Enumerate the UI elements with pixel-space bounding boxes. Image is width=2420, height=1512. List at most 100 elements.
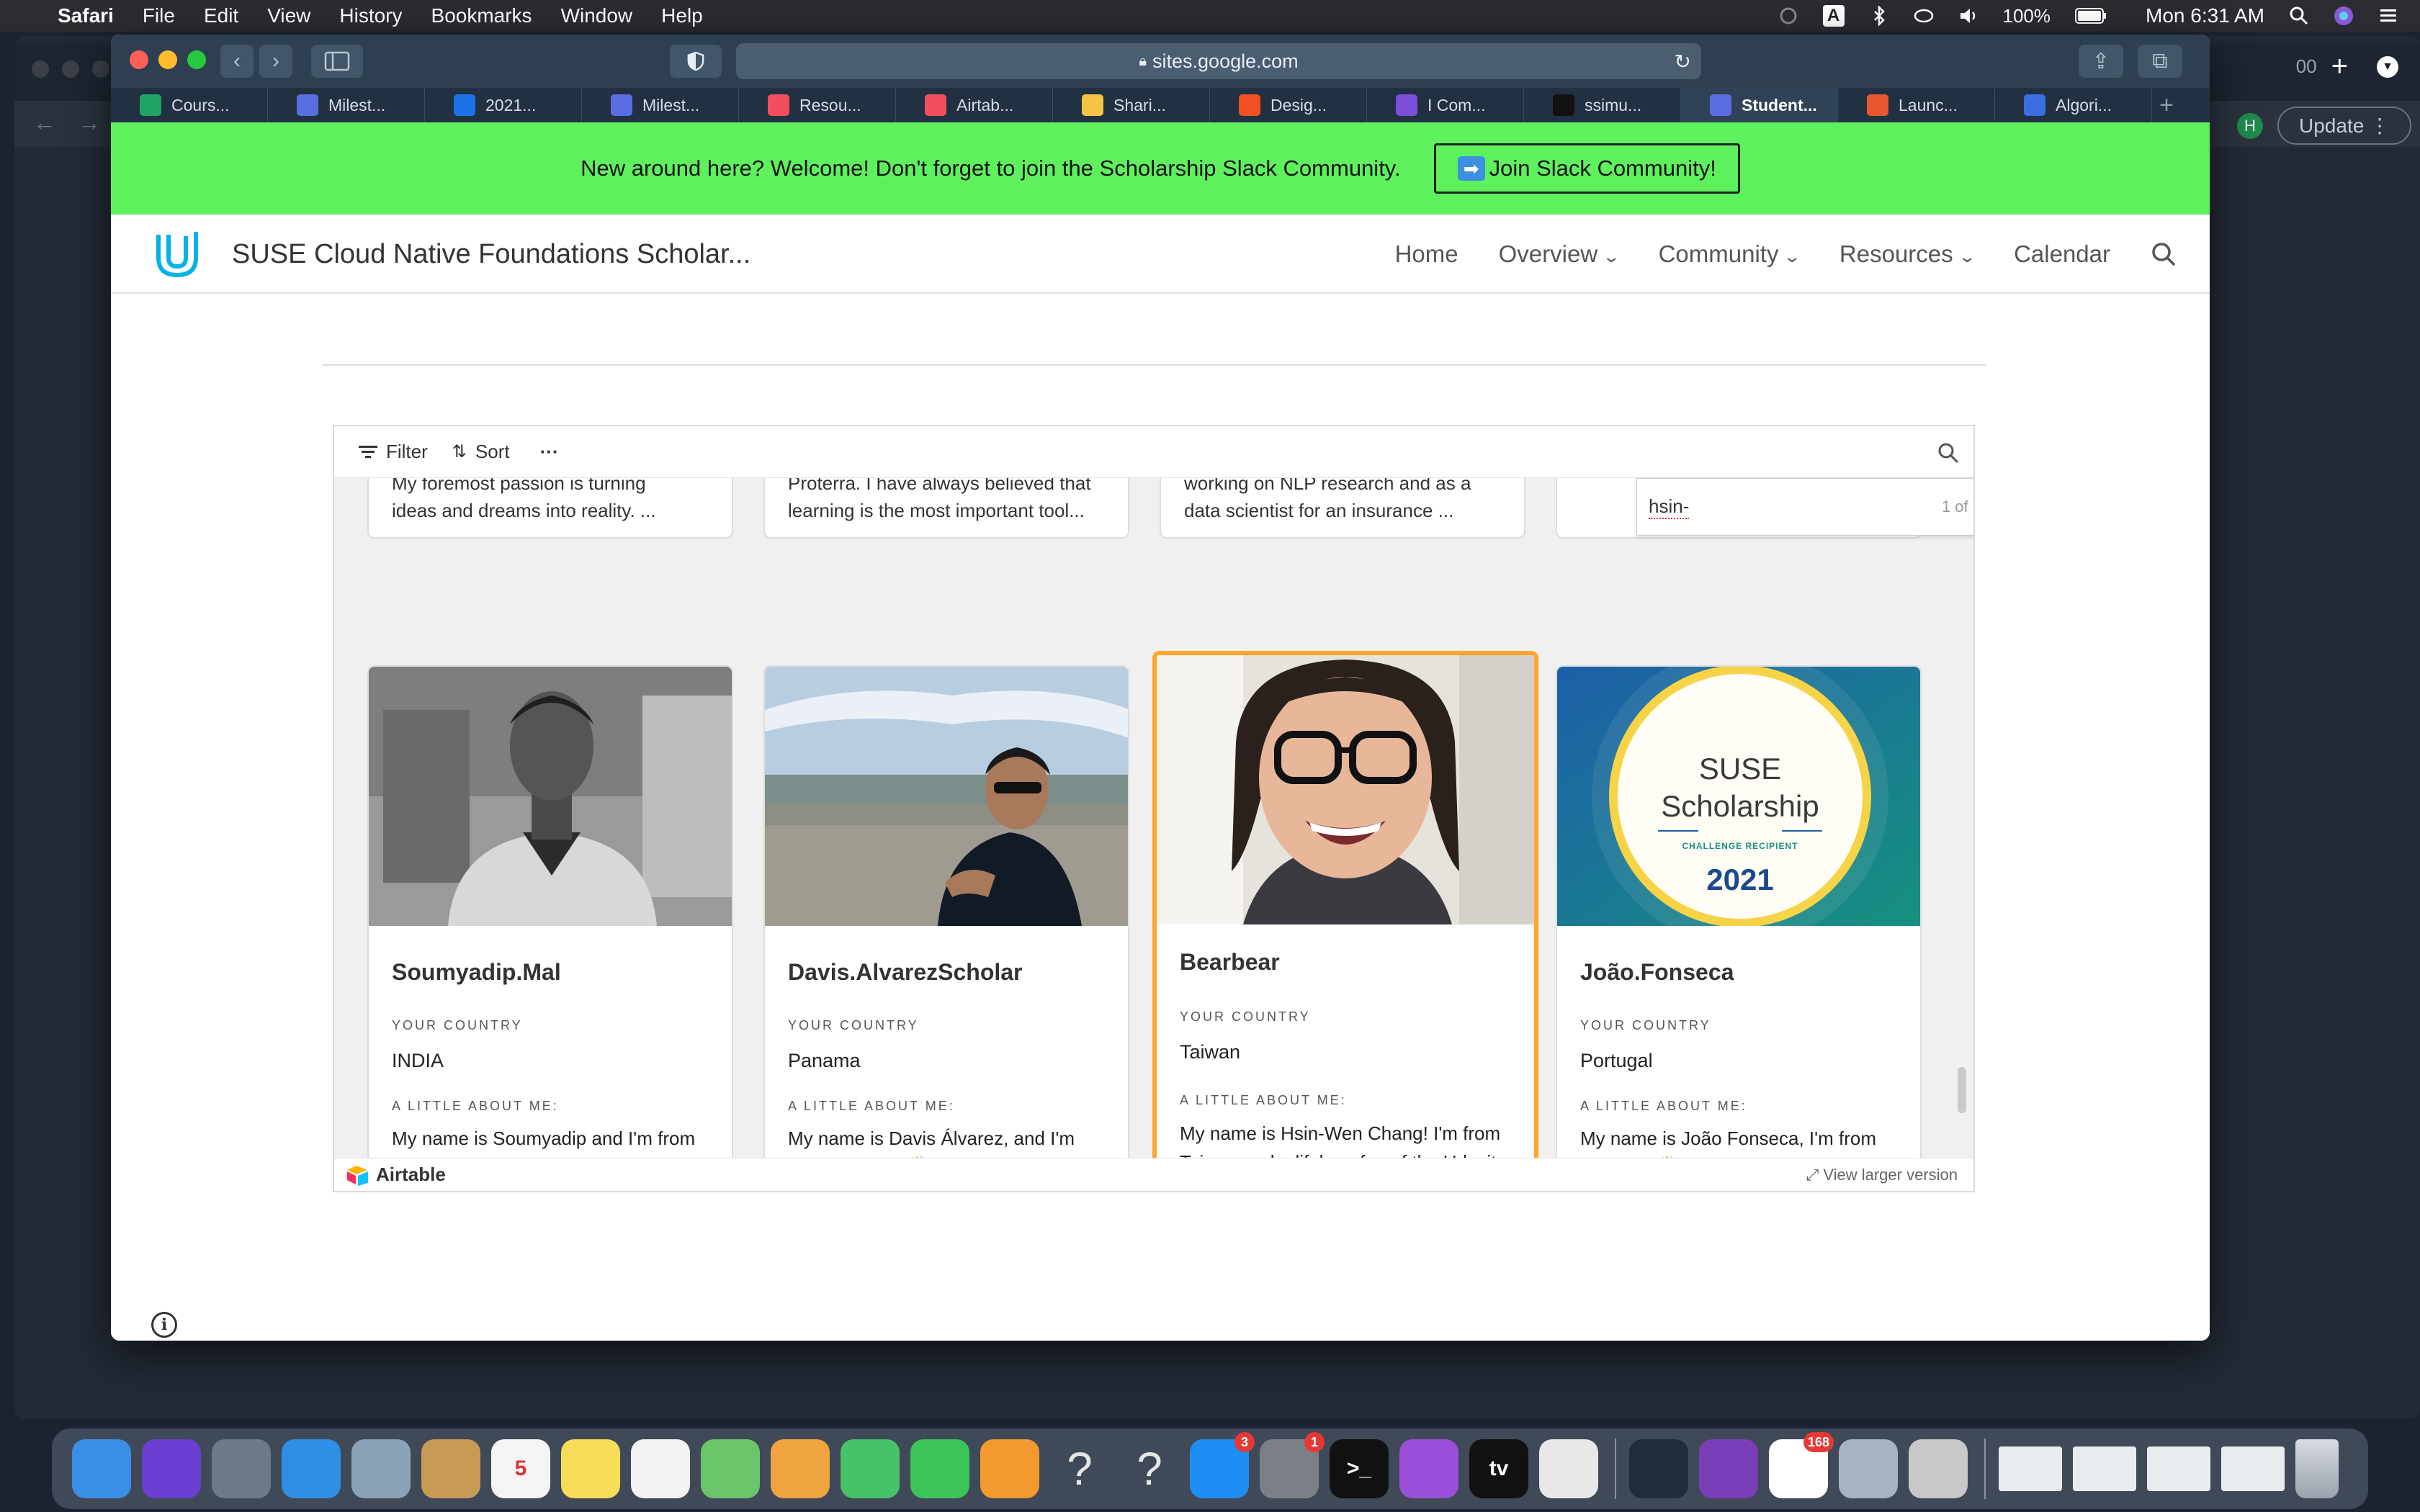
gallery-card[interactable]: SUSE Scholarship CHALLENGE RECIPIENT 202… [1556, 665, 1922, 1191]
background-window-close-icon[interactable] [32, 60, 49, 78]
browser-tab[interactable]: Student... [1681, 88, 1838, 122]
calendar-icon[interactable]: 5 [491, 1439, 550, 1498]
menu-window[interactable]: Window [561, 4, 633, 27]
archive-icon[interactable] [1909, 1439, 1968, 1498]
browser-tab[interactable]: Launc... [1838, 88, 1995, 122]
address-bar[interactable]: 🔒︎ sites.google.com ↻ [736, 43, 1701, 79]
card-previous-2[interactable]: Proterra. I have always believed that le… [763, 478, 1129, 539]
battery-icon[interactable] [2075, 7, 2107, 24]
udacity-logo-icon[interactable] [151, 228, 203, 279]
site-title[interactable]: SUSE Cloud Native Foundations Scholar... [232, 239, 750, 270]
notes-icon[interactable] [561, 1439, 620, 1498]
nav-overview[interactable]: Overview ⌄ [1499, 240, 1621, 268]
browser-tab[interactable]: ssimu... [1524, 88, 1681, 122]
update-button[interactable]: Update ⋮ [2277, 107, 2412, 145]
menu-app-name[interactable]: Safari [58, 4, 114, 27]
browser-tab[interactable]: Shari... [1053, 88, 1210, 122]
browser-tab[interactable]: Resou... [739, 88, 896, 122]
card-previous-3[interactable]: working on NLP research and as a data sc… [1160, 478, 1525, 539]
siri-icon[interactable] [2334, 6, 2354, 26]
airtable-logo[interactable]: Airtable [346, 1164, 446, 1186]
share-button[interactable]: ⇪ [2079, 45, 2123, 78]
join-slack-button[interactable]: ➡ Join Slack Community! [1433, 143, 1740, 194]
menu-view[interactable]: View [267, 4, 310, 27]
sort-button[interactable]: ⇅ Sort [452, 441, 510, 463]
messages-icon[interactable] [841, 1439, 900, 1498]
zoom-window-icon[interactable] [187, 50, 206, 69]
unknown-app-icon[interactable]: ? [1050, 1439, 1109, 1498]
gallery-card-selected[interactable]: Bearbear YOUR COUNTRY Taiwan A LITTLE AB… [1152, 651, 1538, 1191]
menu-edit[interactable]: Edit [204, 4, 238, 27]
safari-icon[interactable] [282, 1439, 341, 1498]
nav-home[interactable]: Home [1395, 240, 1458, 268]
apple-tv-icon[interactable]: tv [1469, 1439, 1528, 1498]
maps-icon[interactable] [701, 1439, 760, 1498]
background-forward-icon[interactable]: → [78, 109, 101, 136]
gallery-search-icon[interactable] [1937, 442, 1959, 464]
contacts-icon[interactable] [421, 1439, 480, 1498]
profile-avatar[interactable]: H [2237, 112, 2263, 139]
background-back-icon[interactable]: ← [33, 109, 56, 136]
nav-resources[interactable]: Resources ⌄ [1839, 240, 1976, 268]
menu-file[interactable]: File [143, 4, 175, 27]
bluetooth-icon[interactable] [1869, 6, 1889, 26]
info-icon[interactable]: i [151, 1312, 177, 1338]
facetime-icon[interactable] [910, 1439, 969, 1498]
volume-icon[interactable] [1958, 6, 1978, 26]
github-desktop-icon[interactable] [1699, 1439, 1758, 1498]
search-icon[interactable] [2151, 241, 2177, 267]
gallery-card[interactable]: Davis.AlvarezScholar YOUR COUNTRY Panama… [763, 665, 1129, 1191]
back-button[interactable]: ‹ [220, 45, 254, 78]
sidebar-toggle-button[interactable] [311, 45, 363, 78]
nav-community[interactable]: Community ⌄ [1659, 240, 1802, 268]
browser-tab[interactable]: Milest... [268, 88, 425, 122]
background-window-zoom-icon[interactable] [92, 60, 109, 78]
terminal-icon[interactable]: >_ [1330, 1439, 1389, 1498]
gallery-card[interactable]: Soumyadip.Mal YOUR COUNTRY INDIA A LITTL… [367, 665, 733, 1191]
photos-icon[interactable] [771, 1439, 830, 1498]
menu-bookmarks[interactable]: Bookmarks [431, 4, 532, 27]
menu-history[interactable]: History [339, 4, 402, 27]
minimized-window-thumbnail[interactable] [2221, 1446, 2285, 1491]
menubar-clock[interactable]: Mon 6:31 AM [2146, 4, 2264, 27]
app-store-icon[interactable]: 3 [1190, 1432, 1255, 1498]
siri-icon[interactable] [142, 1439, 201, 1498]
background-window-minimize-icon[interactable] [62, 60, 79, 78]
control-center-icon[interactable] [2378, 6, 2398, 26]
finder-icon[interactable] [72, 1439, 131, 1498]
kindle-icon[interactable] [1629, 1439, 1688, 1498]
close-window-icon[interactable] [130, 50, 148, 69]
screen-mirroring-icon[interactable] [1914, 6, 1934, 26]
view-larger-link[interactable]: ⤢ View larger version [1806, 1166, 1958, 1184]
pages-icon[interactable] [980, 1439, 1039, 1498]
card-previous-1[interactable]: My foremost passion is turning ideas and… [367, 478, 733, 539]
find-input[interactable]: hsin- [1649, 495, 1690, 519]
new-tab-icon[interactable]: + [2152, 88, 2181, 122]
unknown-app-icon[interactable]: ? [1120, 1439, 1179, 1498]
browser-tab[interactable]: Cours... [111, 88, 268, 122]
slack-icon[interactable]: 168 [1769, 1432, 1834, 1498]
nav-calendar[interactable]: Calendar [2014, 240, 2110, 268]
trash-icon[interactable] [2295, 1439, 2339, 1498]
minimized-window-thumbnail[interactable] [1999, 1446, 2062, 1491]
browser-tab[interactable]: Algori... [1995, 88, 2152, 122]
reload-icon[interactable]: ↻ [1675, 50, 1691, 73]
privacy-report-button[interactable] [670, 45, 722, 78]
launchpad-icon[interactable] [212, 1439, 271, 1498]
forward-button[interactable]: › [259, 45, 292, 78]
browser-tab[interactable]: 2021... [425, 88, 582, 122]
system-preferences-icon[interactable]: 1 [1260, 1432, 1325, 1498]
filter-button[interactable]: Filter [359, 441, 428, 463]
input-source-icon[interactable]: A [1822, 5, 1845, 27]
browser-tab[interactable]: Desig... [1210, 88, 1367, 122]
minimized-window-thumbnail[interactable] [2073, 1446, 2136, 1491]
menu-help[interactable]: Help [661, 4, 703, 27]
podcasts-icon[interactable] [1399, 1439, 1458, 1498]
minimize-window-icon[interactable] [158, 50, 177, 69]
minimized-window-thumbnail[interactable] [2147, 1446, 2210, 1491]
gallery-scrollbar[interactable] [1958, 1067, 1966, 1113]
browser-tab[interactable]: I Com... [1367, 88, 1524, 122]
reminders-icon[interactable] [631, 1439, 690, 1498]
profile-dropdown-icon[interactable]: ▼ [2377, 55, 2398, 78]
browser-tab[interactable]: Airtab... [896, 88, 1053, 122]
